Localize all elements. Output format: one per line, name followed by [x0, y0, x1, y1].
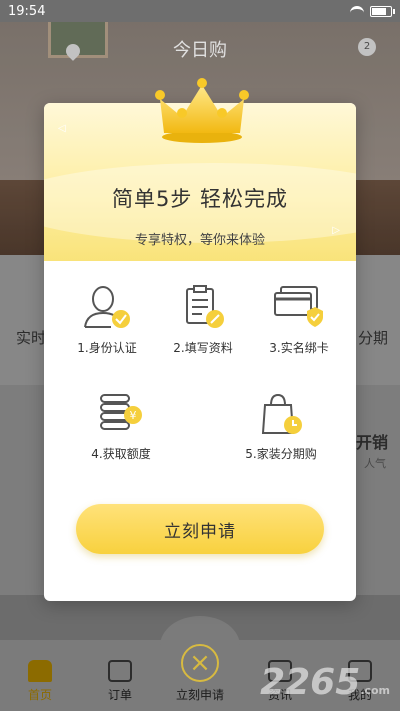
battery-icon — [370, 5, 395, 17]
get-credit-icon: ¥ — [100, 394, 142, 430]
status-bar: 19:54 — [0, 0, 400, 22]
step-installment: 5.家装分期购 — [226, 389, 336, 462]
modal-subtitle: 专享特权，等你来体验 — [134, 233, 265, 248]
step-bind-card: 3.实名绑卡 — [244, 283, 354, 356]
triangle-deco-icon: ◁ — [58, 123, 66, 134]
wifi-icon — [350, 6, 364, 16]
steps-modal: ◁ ▷ 简单5步 轻松完成 专享特权，等你来体验 1.身份认证 2.填写资料 3… — [44, 78, 356, 601]
svg-text:¥: ¥ — [130, 409, 137, 422]
crown-icon — [155, 78, 249, 143]
fill-info-icon — [186, 285, 224, 328]
installment-bag-icon — [261, 393, 302, 434]
bind-card-icon — [274, 286, 323, 327]
id-verify-icon — [84, 286, 130, 328]
modal-title: 简单5步 轻松完成 — [111, 187, 289, 211]
apply-now-button[interactable]: 立刻申请 — [76, 504, 324, 554]
step-get-credit: ¥ 4.获取额度 — [66, 389, 176, 462]
status-icons — [350, 5, 395, 17]
status-time: 19:54 — [8, 3, 46, 19]
step-label: 1.身份认证 — [77, 341, 137, 355]
step-label: 2.填写资料 — [173, 341, 233, 355]
step-fill-info: 2.填写资料 — [148, 283, 258, 356]
step-label: 5.家装分期购 — [245, 447, 317, 461]
step-label: 3.实名绑卡 — [269, 341, 329, 355]
step-identity: 1.身份认证 — [52, 283, 162, 356]
step-label: 4.获取额度 — [91, 447, 151, 461]
